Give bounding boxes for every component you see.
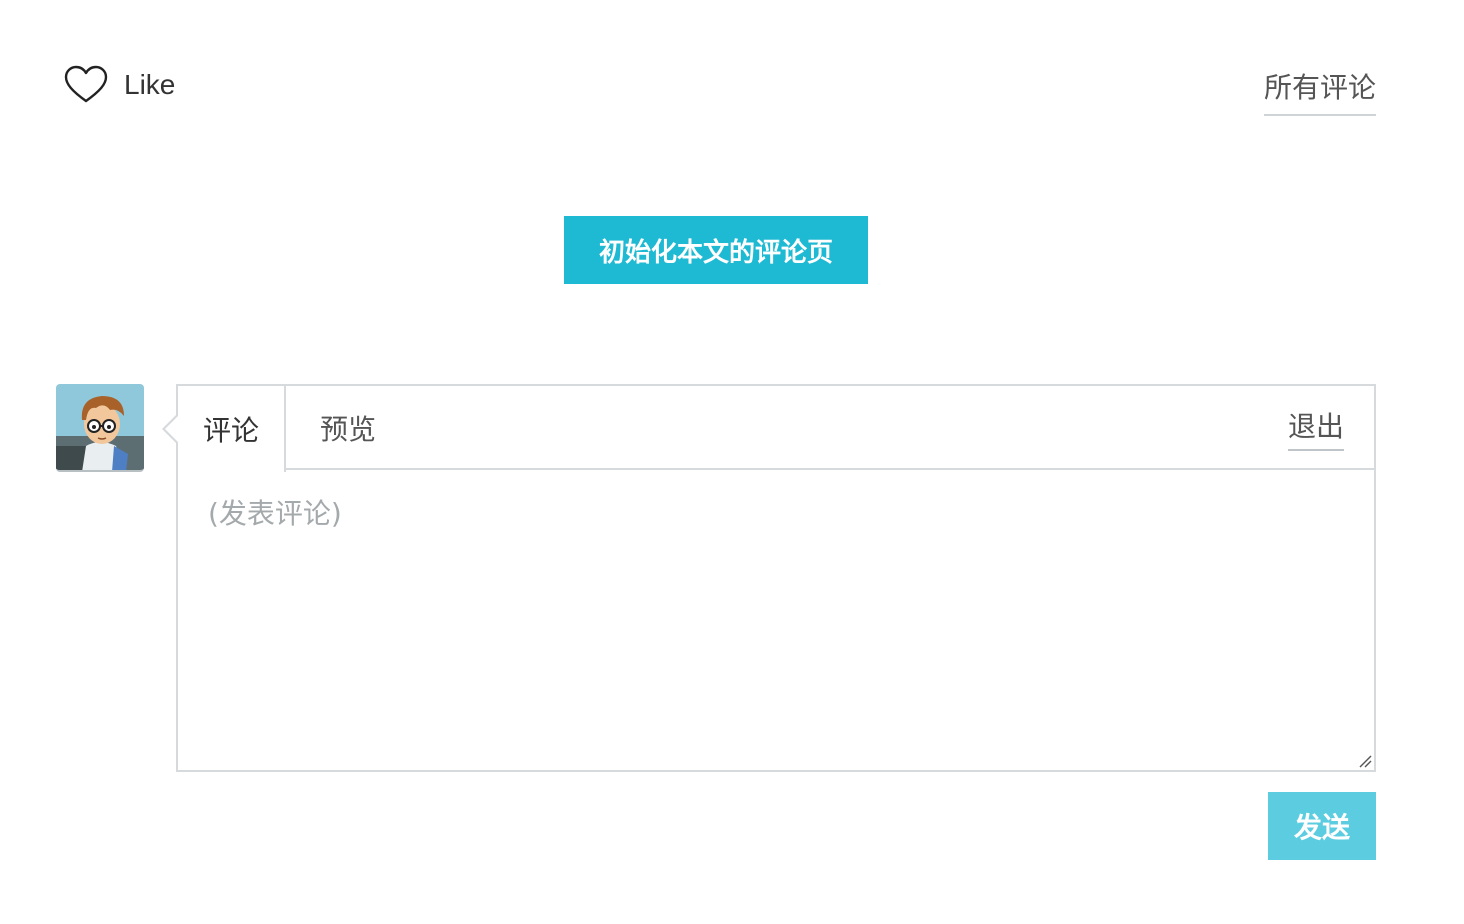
like-label: Like: [124, 69, 176, 100]
comment-textarea[interactable]: [178, 470, 1374, 770]
tab-comment[interactable]: 评论: [178, 386, 286, 472]
heart-icon: [64, 65, 108, 103]
like-button[interactable]: Like: [64, 64, 175, 106]
resize-handle-icon[interactable]: [1358, 754, 1372, 768]
tab-preview[interactable]: 预览: [320, 386, 376, 470]
avatar-image: [56, 384, 144, 470]
comment-editor: 评论 预览 退出: [162, 384, 1376, 772]
send-button[interactable]: 发送: [1268, 792, 1376, 860]
editor-tabbar: 评论 预览 退出: [178, 386, 1374, 472]
exit-link[interactable]: 退出: [1287, 386, 1344, 470]
init-comments-button[interactable]: 初始化本文的评论页: [564, 216, 868, 284]
avatar: [56, 384, 144, 472]
all-comments-link[interactable]: 所有评论: [1263, 66, 1376, 116]
editor-pointer-fill: [165, 416, 178, 442]
exit-label: 退出: [1287, 405, 1344, 451]
